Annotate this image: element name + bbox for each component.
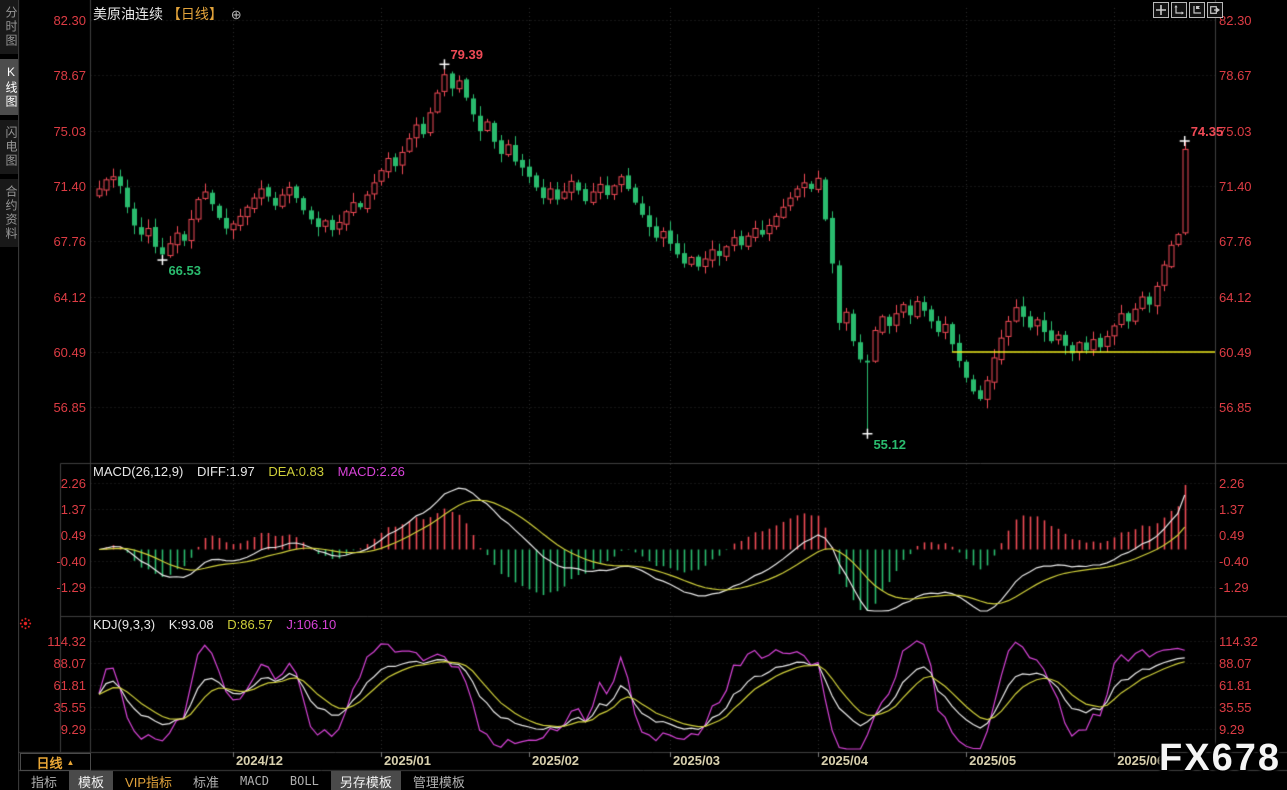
kdj-axis-tick-label: 61.81 — [16, 678, 86, 693]
kdj-axis-tick-label: 88.07 — [1219, 656, 1252, 671]
price-marker-label: 74.35 — [1191, 124, 1224, 139]
chart-application: 分时图 K线图 闪电图 合约资料 美原油连续 【日线】 ⊕ MACD(26,12… — [0, 0, 1287, 790]
y-axis-tick-label: 78.67 — [1219, 68, 1252, 83]
macd-name: MACD(26,12,9) — [93, 464, 183, 479]
macd-axis-tick-label: 1.37 — [1219, 502, 1244, 517]
macd-dea-value: DEA:0.83 — [268, 464, 324, 479]
macd-axis-tick-label: 0.49 — [1219, 528, 1244, 543]
y-axis-tick-label: 78.67 — [16, 68, 86, 83]
y-axis-tick-label: 71.40 — [16, 179, 86, 194]
price-marker-label: 66.53 — [168, 263, 201, 278]
tab-macd[interactable]: MACD — [231, 773, 278, 789]
axis-scale-icon[interactable] — [1171, 2, 1187, 18]
x-axis-month-label: 2025/04 — [821, 753, 868, 768]
x-axis-month-label: 2025/02 — [532, 753, 579, 768]
macd-axis-tick-label: -1.29 — [1219, 580, 1249, 595]
macd-value: MACD:2.26 — [338, 464, 405, 479]
y-axis-tick-label: 67.76 — [1219, 234, 1252, 249]
y-axis-tick-label: 82.30 — [16, 13, 86, 28]
macd-indicator-label: MACD(26,12,9) DIFF:1.97 DEA:0.83 MACD:2.… — [93, 464, 415, 479]
axis-flag-icon[interactable] — [1189, 2, 1205, 18]
macd-axis-tick-label: -0.40 — [16, 554, 86, 569]
kdj-axis-tick-label: 35.55 — [1219, 700, 1252, 715]
sidebar-tab-contract-info[interactable]: 合约资料 — [0, 179, 18, 247]
crosshair-move-icon[interactable] — [1153, 2, 1169, 18]
symbol-name: 美原油连续 — [93, 6, 163, 22]
kdj-axis-tick-label: 61.81 — [1219, 678, 1252, 693]
indicator-tabbar: 指标 模板 VIP指标 标准 MACD BOLL 另存模板 管理模板 — [22, 772, 477, 790]
y-axis-tick-label: 56.85 — [16, 400, 86, 415]
chart-toolbar — [1153, 2, 1223, 18]
y-axis-tick-label: 56.85 — [1219, 400, 1252, 415]
x-axis-month-label: 2024/12 — [236, 753, 283, 768]
y-axis-tick-label: 75.03 — [16, 124, 86, 139]
macd-axis-tick-label: 1.37 — [16, 502, 86, 517]
tab-manage-templates[interactable]: 管理模板 — [404, 771, 474, 790]
tab-boll[interactable]: BOLL — [281, 773, 328, 789]
kdj-k-value: K:93.08 — [169, 617, 214, 632]
macd-diff-value: DIFF:1.97 — [197, 464, 255, 479]
kdj-axis-tick-label: 88.07 — [16, 656, 86, 671]
y-axis-tick-label: 82.30 — [1219, 13, 1252, 28]
sidebar-tab-timeline[interactable]: 分时图 — [0, 0, 18, 54]
kdj-name: KDJ(9,3,3) — [93, 617, 155, 632]
chart-canvas[interactable] — [0, 0, 1287, 790]
y-axis-tick-label: 64.12 — [1219, 290, 1252, 305]
zoom-plus-icon[interactable]: ⊕ — [231, 7, 242, 22]
x-axis-month-label: 2025/01 — [384, 753, 431, 768]
kdj-axis-tick-label: 9.29 — [1219, 722, 1244, 737]
chevron-up-icon: ▲ — [67, 758, 75, 767]
export-right-icon[interactable] — [1207, 2, 1223, 18]
macd-axis-tick-label: -0.40 — [1219, 554, 1249, 569]
macd-axis-tick-label: 2.26 — [16, 476, 86, 491]
kdj-axis-tick-label: 114.32 — [16, 634, 86, 649]
tab-standard[interactable]: 标准 — [184, 771, 228, 790]
tab-indicators[interactable]: 指标 — [22, 771, 66, 790]
x-axis-month-label: 2025/06 — [1117, 753, 1164, 768]
y-axis-tick-label: 75.03 — [1219, 124, 1252, 139]
macd-axis-tick-label: 2.26 — [1219, 476, 1244, 491]
sidebar-tab-kline[interactable]: K线图 — [0, 59, 18, 115]
y-axis-tick-label: 71.40 — [1219, 179, 1252, 194]
fx678-watermark: FX678 — [1159, 737, 1281, 780]
tab-vip-indicators[interactable]: VIP指标 — [116, 771, 181, 790]
x-axis-month-label: 2025/03 — [673, 753, 720, 768]
price-marker-label: 79.39 — [450, 47, 483, 62]
kdj-axis-tick-label: 35.55 — [16, 700, 86, 715]
kdj-axis-tick-label: 9.29 — [16, 722, 86, 737]
kdj-axis-tick-label: 114.32 — [1219, 634, 1258, 649]
y-axis-tick-label: 60.49 — [16, 345, 86, 360]
price-marker-label: 55.12 — [873, 437, 906, 452]
tab-save-template[interactable]: 另存模板 — [331, 771, 401, 790]
x-axis-month-label: 2025/05 — [969, 753, 1016, 768]
tab-templates[interactable]: 模板 — [69, 771, 113, 790]
y-axis-tick-label: 67.76 — [16, 234, 86, 249]
macd-axis-tick-label: 0.49 — [16, 528, 86, 543]
sidebar: 分时图 K线图 闪电图 合约资料 — [0, 0, 18, 790]
period-selector-label: 日线 — [37, 753, 63, 772]
y-axis-tick-label: 60.49 — [1219, 345, 1252, 360]
period-tag: 【日线】 — [167, 6, 223, 22]
kdj-d-value: D:86.57 — [227, 617, 273, 632]
kdj-indicator-label: KDJ(9,3,3) K:93.08 D:86.57 J:106.10 — [93, 617, 346, 632]
chart-title: 美原油连续 【日线】 ⊕ — [93, 4, 242, 24]
period-selector[interactable]: 日线 ▲ — [20, 753, 91, 771]
sidebar-tab-lightning[interactable]: 闪电图 — [0, 120, 18, 174]
macd-axis-tick-label: -1.29 — [16, 580, 86, 595]
indicator-settings-icon[interactable] — [19, 617, 32, 635]
y-axis-tick-label: 64.12 — [16, 290, 86, 305]
kdj-j-value: J:106.10 — [286, 617, 336, 632]
